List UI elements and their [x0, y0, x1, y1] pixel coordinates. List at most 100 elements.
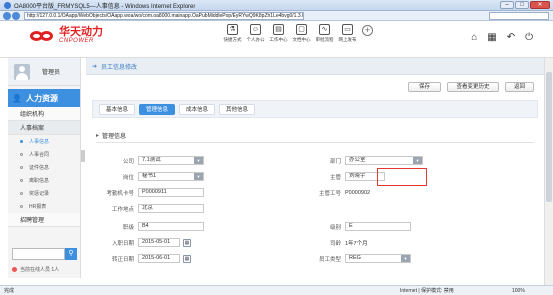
sidebar-item-hr-report[interactable]: HR报表: [8, 200, 80, 213]
page-header: ➔ 员工信息修改: [86, 58, 544, 75]
dept-field: 部门 办公室 ▼: [301, 156, 423, 165]
work-place-input[interactable]: 北京: [138, 204, 204, 213]
bullet-icon: [20, 153, 23, 156]
view-history-button[interactable]: 查看变更历史: [447, 82, 499, 92]
chevron-down-icon[interactable]: ▼: [194, 157, 203, 164]
main-content: ➔ 员工信息修改 保存 查看变更历史 返回 基本信息 管理信息 成本信息 其他信…: [86, 58, 544, 278]
tool-approval-flow[interactable]: ∿ 审批流程: [313, 24, 336, 43]
company-field: 公司 7.1测试 ▼: [94, 156, 204, 165]
url-field[interactable]: http://127.0.0.1/OAapp/WebObjects/OAapp.…: [24, 11, 304, 20]
maximize-icon[interactable]: □: [515, 1, 529, 9]
logo-text-en: CNPOWER: [59, 38, 94, 44]
module-hr[interactable]: 👤 人力资源: [8, 89, 80, 107]
logo: 华天动力 CNPOWER: [30, 27, 103, 44]
home-icon[interactable]: ⌂: [471, 33, 477, 43]
calendar-icon[interactable]: ▦: [183, 254, 191, 263]
chevron-down-icon[interactable]: ▼: [401, 255, 410, 262]
collapse-icon[interactable]: ▸: [96, 132, 99, 139]
add-shortcut-icon[interactable]: +: [362, 25, 373, 36]
sidebar-item-contract[interactable]: 人事合同: [8, 148, 80, 161]
undo-icon[interactable]: ↶: [507, 33, 515, 43]
online-users[interactable]: 当前在线人员 1人: [12, 266, 59, 273]
sidebar-item-personnel-info[interactable]: 人事信息: [8, 135, 80, 148]
user-box: 管理员: [8, 58, 80, 86]
tab-management-info[interactable]: 管理信息: [139, 103, 176, 115]
menu-group-recruit[interactable]: 招聘管理: [8, 213, 80, 227]
username: 管理员: [42, 70, 61, 76]
sidebar-search-input[interactable]: [12, 248, 65, 260]
menu-group-personnel[interactable]: 人事档案: [8, 121, 80, 135]
position-select[interactable]: 秘书1 ▼: [138, 172, 204, 181]
status-bar: 完成 Internet | 保护模式: 禁用 100%: [0, 285, 553, 295]
sidebar-item-rewards[interactable]: 奖惩记录: [8, 187, 80, 200]
company-select[interactable]: 7.1测试 ▼: [138, 156, 204, 165]
online-icon: [12, 267, 17, 272]
reg-date-field: 转正日期 2015-06-01 ▦: [111, 254, 191, 263]
tool-personal-office[interactable]: ☺ 个人办公: [244, 24, 267, 43]
forward-nav-icon[interactable]: [12, 11, 20, 20]
work-place-field: 工作地点 北京: [94, 204, 204, 213]
work-center-icon: ▤: [273, 24, 284, 35]
level-field: 级别 E: [301, 222, 411, 231]
shortcut-icon: ⚗: [227, 24, 238, 35]
approval-flow-icon: ∿: [319, 24, 330, 35]
grid-icon[interactable]: ▦: [487, 33, 496, 43]
header-right-icons: ⌂ ▦ ↶ ⏻: [471, 33, 533, 43]
zoom-level[interactable]: 100%: [512, 288, 525, 294]
calendar-icon[interactable]: ▦: [183, 238, 191, 247]
window-controls: – □ ✕: [500, 1, 550, 9]
position-field: 岗位 秘书1 ▼: [94, 172, 204, 181]
emp-type-select[interactable]: REG ▼: [345, 254, 411, 263]
rank-field: 职级 B4: [94, 222, 204, 231]
sidebar-search: ⚲: [12, 248, 77, 260]
browser-search-input[interactable]: [489, 12, 549, 20]
back-button[interactable]: 返回: [505, 82, 534, 92]
save-button[interactable]: 保存: [408, 82, 441, 92]
publish-icon: ▭: [342, 24, 353, 35]
tool-document-center[interactable]: ▢ 文档中心: [290, 24, 313, 43]
top-toolbar: ⚗ 快捷方式 ☺ 个人办公 ▤ 工作中心 ▢ 文档中心 ∿ 审批流程 ▭ 网上发…: [221, 24, 373, 43]
section-title: ▸ 管理信息: [96, 132, 127, 140]
person-icon: 👤: [12, 93, 22, 103]
avatar: [14, 63, 30, 80]
tool-online-publish[interactable]: ▭ 网上发布: [336, 24, 359, 43]
tool-work-center[interactable]: ▤ 工作中心: [267, 24, 290, 43]
attendance-field: 考勤机卡号 P0000911: [94, 188, 204, 197]
rank-input[interactable]: B4: [138, 222, 204, 231]
tab-basic-info[interactable]: 基本信息: [99, 103, 136, 115]
sidebar-item-certificate[interactable]: 证件信息: [8, 161, 80, 174]
level-input[interactable]: E: [345, 222, 411, 231]
scrollbar-thumb[interactable]: [546, 72, 552, 202]
bullet-icon: [20, 166, 23, 169]
sidebar-item-resignation[interactable]: 离职信息: [8, 174, 80, 187]
page-scrollbar[interactable]: [544, 58, 553, 285]
sidebar-collapse-handle[interactable]: [81, 150, 85, 162]
logo-text-cn: 华天动力: [59, 26, 103, 38]
chevron-down-icon[interactable]: ▼: [194, 173, 203, 180]
attendance-card-input[interactable]: P0000911: [138, 188, 204, 197]
minimize-icon[interactable]: –: [500, 1, 514, 9]
status-text: 完成: [4, 288, 15, 294]
manager-field: 主管 刘晓宇: [301, 172, 385, 181]
tab-other-info[interactable]: 其他信息: [219, 103, 256, 115]
logo-mark-icon: [30, 29, 56, 43]
join-date-field: 入职日期 2015-05-01 ▦: [111, 238, 191, 247]
menu-group-org[interactable]: 组织机构: [8, 107, 80, 121]
seniority-value: 1年7个月: [345, 241, 368, 247]
join-date-input[interactable]: 2015-05-01: [138, 238, 180, 247]
manager-no-field: 主管工号 P0000902: [318, 190, 371, 197]
bullet-icon: [20, 179, 23, 182]
tool-shortcut[interactable]: ⚗ 快捷方式: [221, 24, 244, 43]
search-icon[interactable]: ⚲: [65, 248, 77, 260]
close-icon[interactable]: ✕: [530, 1, 550, 9]
dept-select[interactable]: 办公室 ▼: [345, 156, 423, 165]
chevron-down-icon[interactable]: ▼: [413, 157, 422, 164]
power-icon[interactable]: ⏻: [525, 33, 533, 43]
tab-cost-info[interactable]: 成本信息: [179, 103, 216, 115]
sidebar: 管理员 👤 人力资源 组织机构 人事档案 人事信息 人事合同 证件信息 离职信息…: [8, 58, 81, 278]
emp-type-field: 员工类型 REG ▼: [301, 254, 411, 263]
browser-icon: [4, 1, 11, 9]
back-nav-icon[interactable]: [3, 11, 11, 20]
document-icon: ▢: [296, 24, 307, 35]
reg-date-input[interactable]: 2015-06-01: [138, 254, 180, 263]
